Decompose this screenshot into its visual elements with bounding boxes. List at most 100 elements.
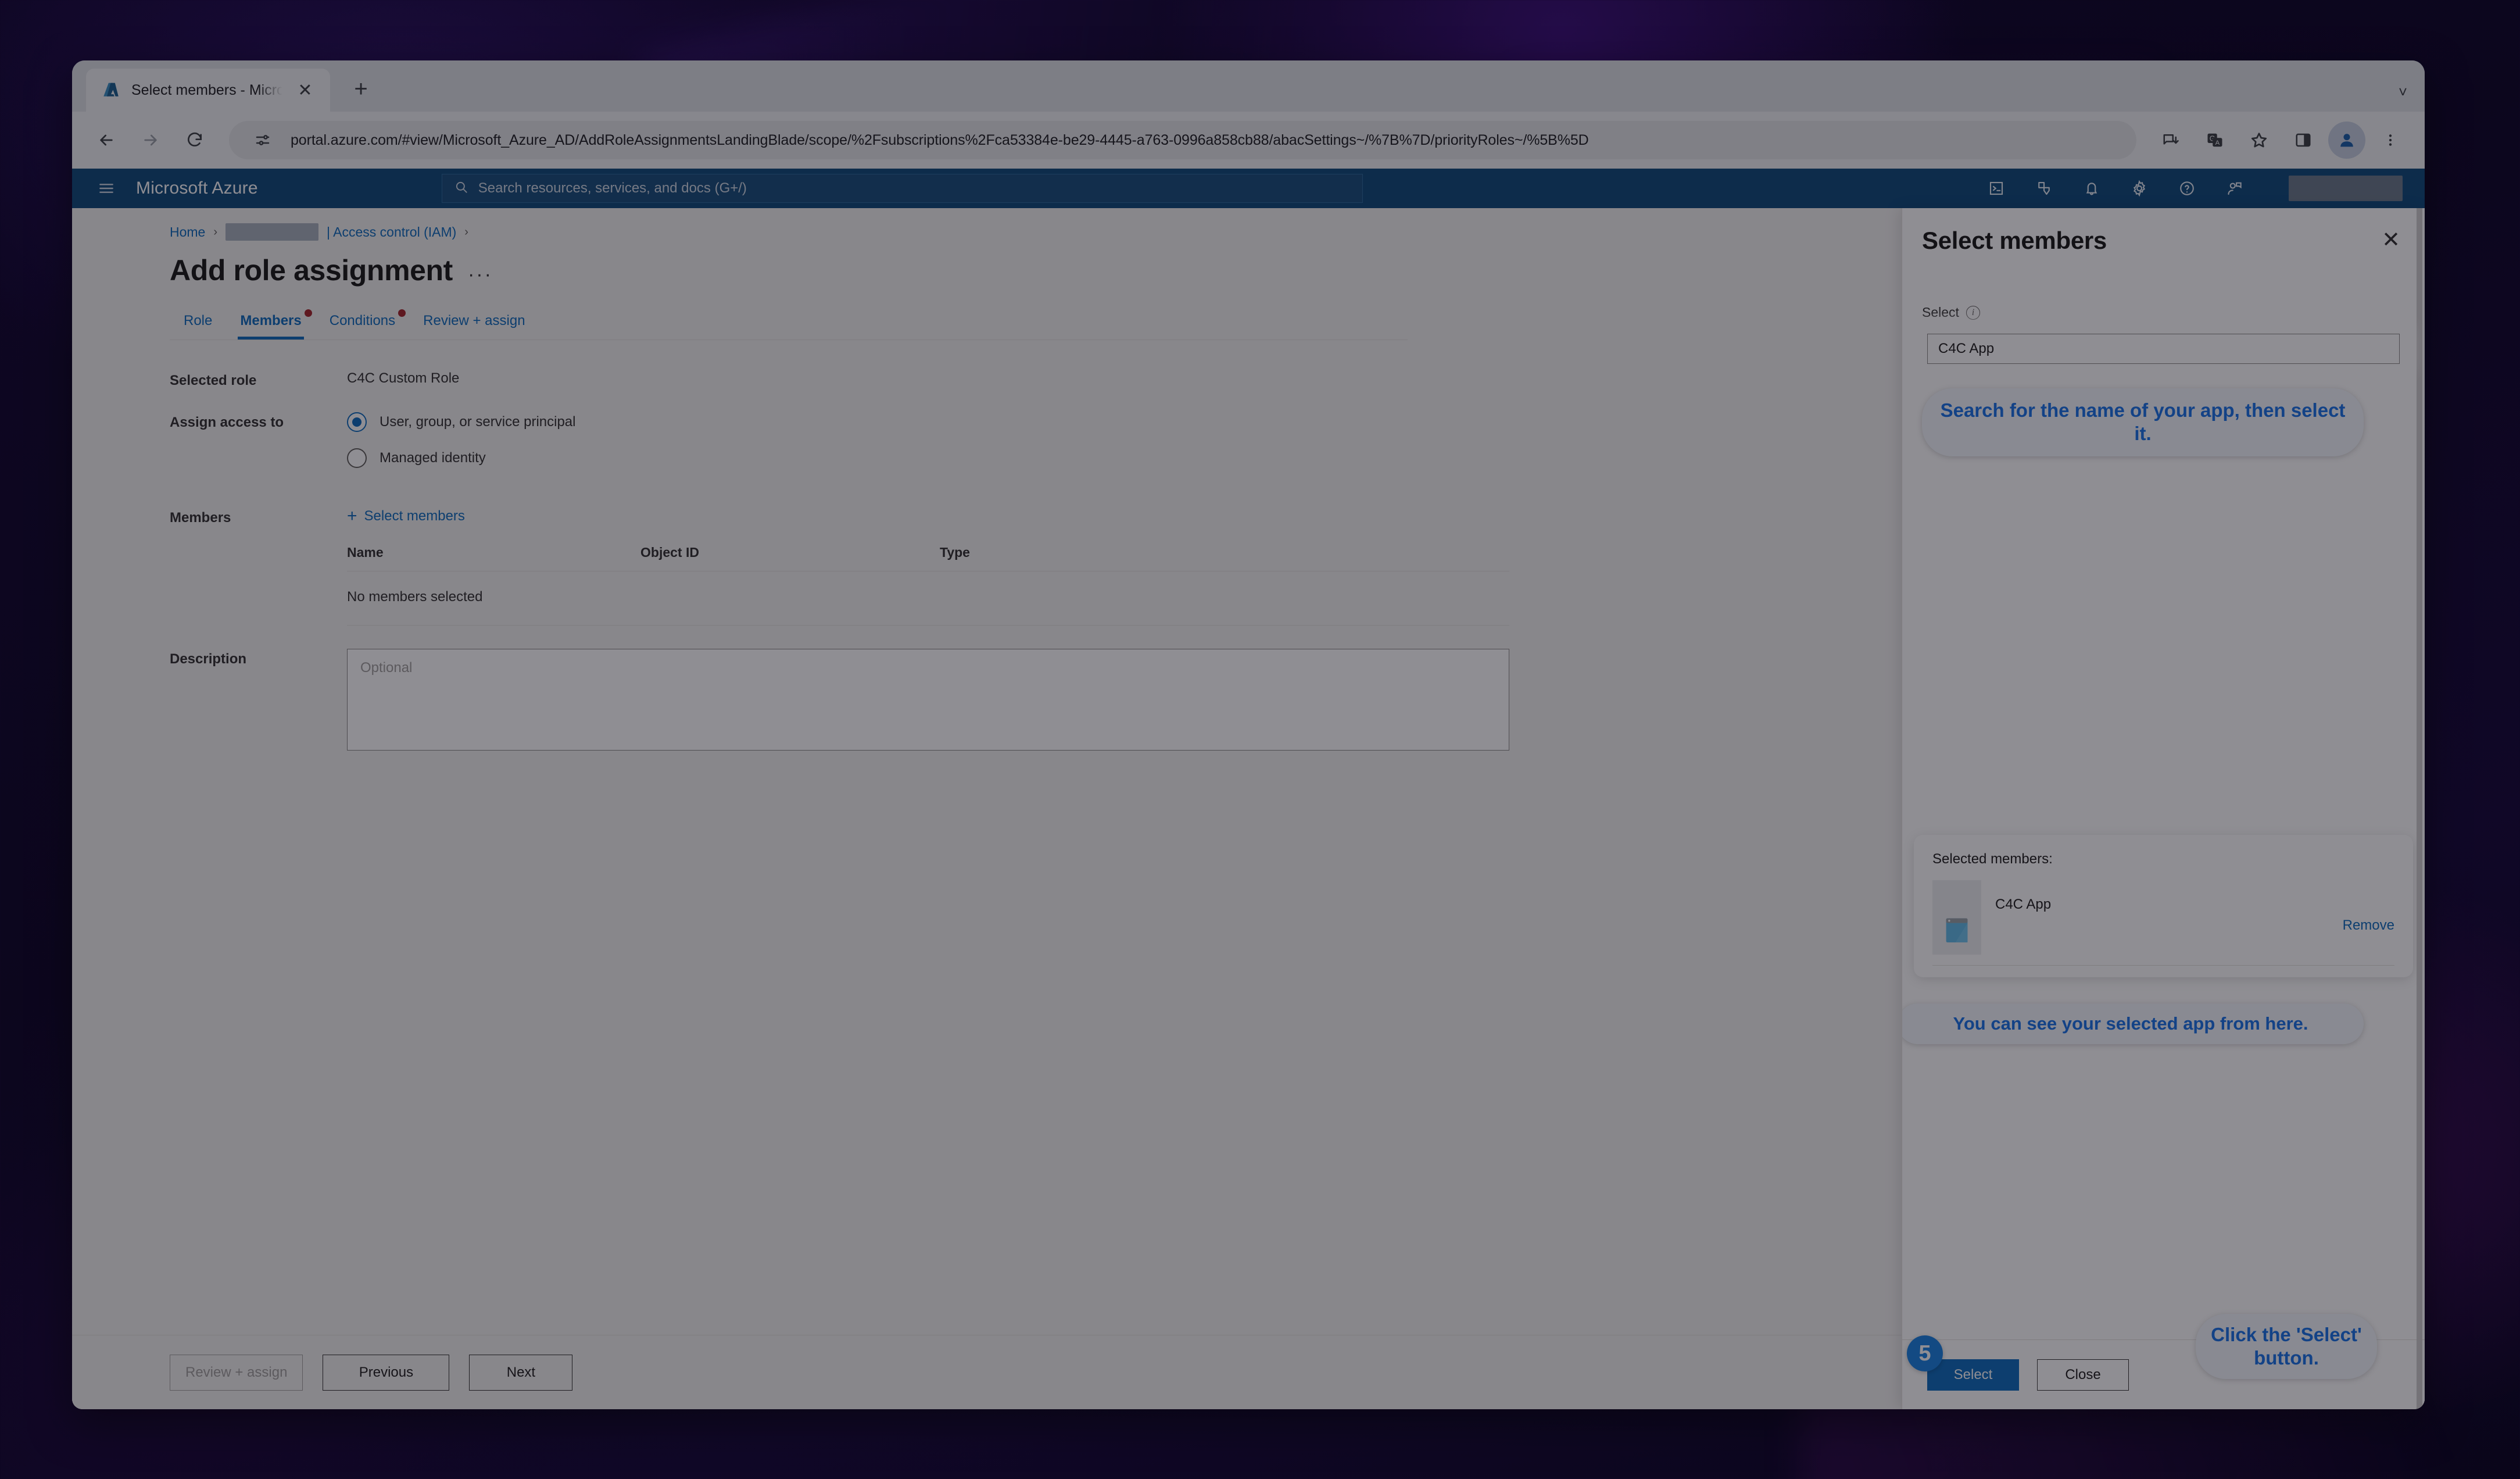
blade-header: Select members ✕ — [1902, 208, 2425, 255]
browser-tab[interactable]: Select members - Microsoft A ✕ — [86, 69, 330, 112]
bookmark-star-icon[interactable] — [2240, 121, 2278, 159]
tab-members-label: Members — [240, 313, 302, 328]
plus-icon: + — [347, 506, 357, 526]
selected-members-card: Selected members: C4C App Remove — [1915, 836, 2412, 976]
breadcrumb-separator: › — [464, 225, 468, 238]
select-members-link[interactable]: + Select members — [347, 508, 1509, 525]
empty-state-text: No members selected — [347, 589, 483, 605]
more-options-icon[interactable]: ··· — [468, 263, 493, 286]
radio-button-icon[interactable] — [347, 412, 367, 432]
browser-window: Select members - Microsoft A ✕ + ˅ porta… — [72, 60, 2425, 1409]
blade-body: Select i C4C App Search for the name of … — [1902, 255, 2425, 1339]
close-button[interactable]: Close — [2037, 1359, 2129, 1391]
install-app-icon[interactable] — [2152, 121, 2190, 159]
select-search-highlight: C4C App — [1922, 328, 2405, 369]
plus-icon[interactable]: + — [343, 71, 379, 107]
radio-button-icon[interactable] — [347, 448, 367, 468]
remove-member-link[interactable]: Remove — [2343, 917, 2394, 934]
azure-logo-icon — [101, 80, 121, 100]
select-field-label: Select — [1922, 305, 1959, 320]
back-arrow-icon[interactable] — [87, 121, 126, 159]
azure-brand[interactable]: Microsoft Azure — [136, 178, 258, 198]
next-button[interactable]: Next — [469, 1354, 573, 1391]
column-header-object-id: Object ID — [640, 545, 699, 560]
assign-access-label: Assign access to — [170, 415, 284, 430]
table-row: No members selected — [347, 571, 1509, 626]
tab-conditions-label: Conditions — [329, 313, 396, 328]
tab-review-assign-label: Review + assign — [423, 313, 525, 328]
radio-managed-identity[interactable]: Managed identity — [347, 448, 575, 468]
tab-review-assign[interactable]: Review + assign — [409, 313, 539, 340]
svg-text:A: A — [2215, 140, 2220, 147]
chevron-down-icon[interactable]: ˅ — [2399, 83, 2425, 112]
forward-arrow-icon[interactable] — [131, 121, 170, 159]
translate-icon[interactable]: GA — [2196, 121, 2234, 159]
description-label: Description — [170, 651, 247, 667]
radio-managed-identity-label: Managed identity — [380, 450, 486, 466]
help-question-icon[interactable] — [2174, 175, 2200, 202]
tab-role-label: Role — [184, 313, 213, 328]
blade-footer: 5 Select Close Click the 'Select' button… — [1902, 1313, 2425, 1409]
breadcrumb-home[interactable]: Home — [170, 224, 205, 240]
feedback-icon[interactable] — [2221, 175, 2248, 202]
profile-avatar-icon[interactable] — [2328, 122, 2365, 159]
reload-icon[interactable] — [176, 121, 214, 159]
hamburger-icon[interactable] — [88, 172, 124, 205]
azure-global-search[interactable]: Search resources, services, and docs (G+… — [441, 174, 1363, 203]
select-field-label-row: Select i — [1922, 305, 2405, 320]
directory-switch-icon[interactable] — [2031, 175, 2057, 202]
tab-role[interactable]: Role — [170, 313, 226, 340]
radio-user-group[interactable]: User, group, or service principal — [347, 412, 575, 432]
callout-selected-app: You can see your selected app from here. — [1902, 1003, 2364, 1044]
account-redacted[interactable] — [2289, 176, 2403, 201]
callout-search: Search for the name of your app, then se… — [1922, 388, 2364, 456]
azure-portal: Microsoft Azure Search resources, servic… — [72, 169, 2425, 1409]
close-icon[interactable]: ✕ — [2382, 229, 2400, 251]
required-indicator-icon — [398, 309, 406, 317]
description-textarea[interactable]: Optional — [347, 649, 1509, 751]
step-badge: 5 — [1907, 1335, 1943, 1371]
azure-content: Home › | Access control (IAM) › Add role… — [72, 208, 2425, 1409]
radio-user-group-label: User, group, or service principal — [380, 414, 576, 430]
notifications-bell-icon[interactable] — [2078, 175, 2105, 202]
column-header-name: Name — [347, 545, 384, 560]
side-panel-icon[interactable] — [2284, 121, 2322, 159]
required-indicator-icon — [304, 309, 312, 317]
settings-gear-icon[interactable] — [2126, 175, 2153, 202]
selected-member-name: C4C App — [1995, 896, 2052, 912]
selected-role-value: C4C Custom Role — [347, 370, 460, 386]
table-header-row: Name Object ID Type — [347, 545, 1509, 571]
blade-scrollbar[interactable] — [2417, 208, 2422, 1409]
select-search-input[interactable]: C4C App — [1927, 334, 2400, 364]
selected-role-label: Selected role — [170, 373, 257, 388]
tab-conditions[interactable]: Conditions — [316, 309, 409, 340]
selected-member-row: C4C App Remove — [1932, 867, 2394, 966]
select-members-blade: Select members ✕ Select i C4C App Search… — [1902, 208, 2425, 1409]
selected-members-title: Selected members: — [1932, 851, 2053, 867]
callout-select-button: Click the 'Select' button. — [2196, 1313, 2377, 1379]
site-settings-icon[interactable] — [246, 124, 279, 156]
tab-members[interactable]: Members — [226, 309, 315, 340]
three-dot-menu-icon[interactable] — [2371, 121, 2410, 159]
assign-access-options: User, group, or service principal Manage… — [347, 412, 575, 484]
app-tile-icon — [1932, 880, 1981, 955]
breadcrumb-access-control[interactable]: | Access control (IAM) — [327, 224, 456, 240]
members-content: + Select members Name Object ID Type No … — [347, 508, 1509, 626]
azure-header-actions — [1983, 175, 2408, 202]
column-header-type: Type — [940, 545, 970, 560]
search-icon — [454, 180, 469, 198]
azure-search-placeholder: Search resources, services, and docs (G+… — [478, 180, 747, 196]
url-text: portal.azure.com/#view/Microsoft_Azure_A… — [291, 131, 1589, 148]
select-button[interactable]: Select — [1927, 1359, 2019, 1391]
info-icon[interactable]: i — [1966, 305, 1980, 320]
address-bar[interactable]: portal.azure.com/#view/Microsoft_Azure_A… — [229, 121, 2136, 159]
browser-toolbar: portal.azure.com/#view/Microsoft_Azure_A… — [72, 112, 2425, 169]
browser-tab-strip: Select members - Microsoft A ✕ + ˅ — [72, 60, 2425, 112]
review-assign-button[interactable]: Review + assign — [170, 1354, 303, 1391]
close-icon[interactable]: ✕ — [293, 78, 317, 102]
members-label: Members — [170, 510, 231, 526]
previous-button[interactable]: Previous — [323, 1354, 450, 1391]
breadcrumb-redacted — [225, 223, 319, 241]
page-title: Add role assignment — [170, 254, 453, 287]
cloud-shell-icon[interactable] — [1983, 175, 2010, 202]
